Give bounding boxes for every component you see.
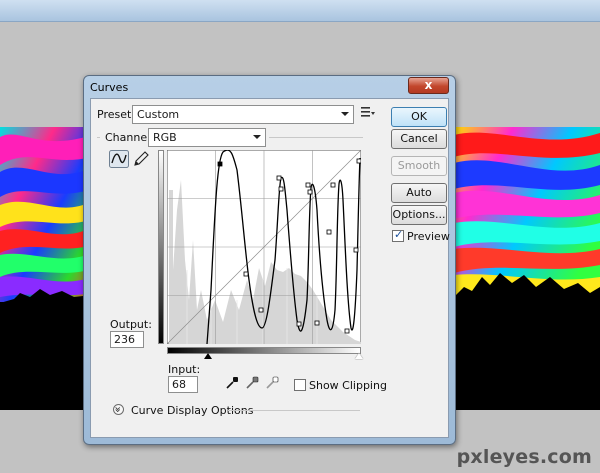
- black-eyedropper-icon[interactable]: [225, 376, 239, 390]
- white-point-slider[interactable]: [355, 353, 363, 359]
- dialog-title: Curves: [90, 81, 129, 94]
- watermark: pxleyes.com: [456, 446, 592, 468]
- input-label: Input:: [168, 363, 201, 376]
- chevron-down-icon: [341, 112, 349, 116]
- smooth-button[interactable]: Smooth: [391, 156, 447, 176]
- preset-value: Custom: [137, 108, 180, 121]
- channel-label: Channel:: [105, 131, 154, 144]
- channel-dropdown[interactable]: RGB: [148, 128, 266, 147]
- white-eyedropper-icon[interactable]: [265, 376, 279, 390]
- chevron-down-icon: [253, 135, 261, 139]
- preview-checkbox[interactable]: ✓: [392, 228, 404, 242]
- input-gradient-bar: [167, 347, 361, 354]
- input-field[interactable]: 68: [168, 376, 198, 393]
- preset-options-icon[interactable]: [361, 106, 375, 118]
- output-gradient-bar: [158, 150, 164, 344]
- ok-button[interactable]: OK: [391, 107, 447, 127]
- curve-display-options-toggle[interactable]: [113, 404, 124, 415]
- pencil-tool-icon[interactable]: [131, 150, 151, 168]
- curve-tool-icon[interactable]: [109, 150, 129, 168]
- close-button[interactable]: x: [408, 77, 449, 94]
- channel-value: RGB: [153, 131, 177, 144]
- app-title-bar: [0, 0, 600, 22]
- gray-eyedropper-icon[interactable]: [245, 376, 259, 390]
- cancel-button[interactable]: Cancel: [391, 129, 447, 149]
- preset-label: Preset:: [97, 108, 136, 121]
- preview-label: Preview: [407, 230, 450, 243]
- show-clipping-label: Show Clipping: [309, 379, 387, 392]
- show-clipping-checkbox[interactable]: [294, 379, 306, 391]
- canvas-image-left: [0, 127, 92, 410]
- divider: [228, 410, 360, 411]
- output-label: Output:: [110, 318, 152, 331]
- options-button[interactable]: Options...: [391, 205, 447, 225]
- curves-graph[interactable]: [167, 150, 361, 344]
- preset-dropdown[interactable]: Custom: [132, 105, 354, 124]
- checkmark-icon: ✓: [394, 228, 404, 241]
- auto-button[interactable]: Auto: [391, 183, 447, 203]
- output-field[interactable]: 236: [110, 331, 144, 348]
- canvas-image-right: [454, 127, 600, 410]
- black-point-slider[interactable]: [204, 353, 212, 359]
- chevron-down-icon: [115, 407, 121, 413]
- group-border: [97, 137, 100, 138]
- curves-dialog: Curves x Preset: Custom Channel: RGB Out…: [83, 75, 456, 445]
- group-border: [269, 137, 363, 138]
- dialog-body: Preset: Custom Channel: RGB Output: 236 …: [90, 98, 450, 438]
